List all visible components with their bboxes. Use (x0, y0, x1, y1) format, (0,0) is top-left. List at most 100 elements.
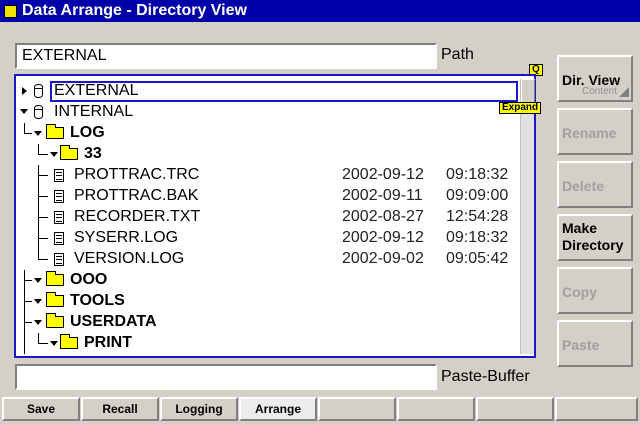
expanded-arrow-icon[interactable] (34, 131, 42, 136)
title-bar: Data Arrange - Directory View (0, 0, 640, 22)
tab-empty-6[interactable] (397, 397, 475, 421)
expanded-arrow-icon[interactable] (34, 320, 42, 325)
delete-label: Delete (562, 178, 605, 194)
directory-tree[interactable]: EXTERNAL INTERNAL LOG 33 PROTTRAC.TRC 20… (14, 74, 536, 358)
tab-arrange[interactable]: Arrange (239, 397, 317, 421)
tree-connector (38, 238, 48, 239)
tree-label-internal: INTERNAL (54, 103, 134, 120)
folder-icon (60, 334, 78, 349)
tree-label-print: PRINT (84, 334, 132, 351)
expand-tag: Expand (499, 102, 542, 114)
delete-button[interactable]: Delete (557, 161, 633, 208)
tree-connector (38, 196, 48, 197)
tab-empty-7[interactable] (476, 397, 554, 421)
paste-button[interactable]: Paste (557, 320, 633, 367)
file-date: 2002-09-11 (342, 187, 423, 204)
tree-connector (24, 333, 25, 354)
file-row[interactable]: RECORDER.TXT 2002-08-27 12:54:28 (16, 207, 518, 228)
tree-connector (38, 259, 48, 260)
tab-empty-5[interactable] (318, 397, 396, 421)
paste-buffer-label: Paste-Buffer (441, 368, 530, 385)
file-icon (54, 253, 64, 266)
tree-row-log[interactable]: LOG (16, 123, 518, 144)
file-icon (54, 169, 64, 182)
tree-label-log: LOG (70, 124, 105, 141)
tree-connector (38, 333, 39, 343)
drive-icon (34, 105, 43, 119)
file-date: 2002-09-12 (342, 229, 424, 246)
file-row[interactable]: PROTTRAC.TRC 2002-09-12 09:18:32 (16, 165, 518, 186)
file-time: 09:09:00 (446, 187, 509, 204)
file-date: 2002-09-02 (342, 250, 424, 267)
file-time: 12:54:28 (446, 208, 509, 225)
file-icon (54, 190, 64, 203)
path-input[interactable]: EXTERNAL (15, 43, 437, 69)
vertical-scrollbar[interactable] (520, 79, 535, 354)
folder-icon (46, 124, 64, 139)
make-directory-button[interactable]: Make Directory (557, 214, 633, 261)
tree-label-userdata: USERDATA (70, 313, 157, 330)
tab-empty-8[interactable] (555, 397, 638, 421)
folder-icon (46, 292, 64, 307)
expanded-arrow-icon[interactable] (34, 278, 42, 283)
paste-buffer-input[interactable] (15, 364, 437, 390)
tab-recall[interactable]: Recall (81, 397, 159, 421)
file-row[interactable]: VERSION.LOG 2002-09-02 09:05:42 (16, 249, 518, 270)
tree-row-external[interactable]: EXTERNAL (16, 81, 518, 102)
path-label: Path (441, 46, 474, 63)
make-directory-label-1: Make (562, 220, 598, 236)
tree-connector (38, 175, 48, 176)
tree-connector (38, 144, 39, 154)
dir-view-button[interactable]: Dir. View Content (557, 55, 633, 102)
folder-icon (60, 145, 78, 160)
tree-connector (24, 133, 32, 134)
rename-button[interactable]: Rename (557, 108, 633, 155)
copy-label: Copy (562, 284, 597, 300)
app-icon (4, 4, 17, 18)
tree-connector (24, 123, 25, 133)
tree-row-print[interactable]: PRINT (16, 333, 518, 354)
tree-label-tools: TOOLS (70, 292, 125, 309)
tree-row-tools[interactable]: TOOLS (16, 291, 518, 312)
file-name: PROTTRAC.BAK (74, 187, 199, 204)
tree-label-ooo: OOO (70, 271, 108, 288)
dir-view-sub: Content (581, 86, 617, 97)
paste-label: Paste (562, 337, 600, 353)
expanded-arrow-icon[interactable] (34, 299, 42, 304)
tree-label-33: 33 (84, 145, 102, 162)
file-icon (54, 211, 64, 224)
file-date: 2002-09-12 (342, 166, 424, 183)
tree-connector (38, 217, 48, 218)
file-name: VERSION.LOG (74, 250, 185, 267)
expanded-arrow-icon[interactable] (50, 152, 58, 157)
drive-icon (34, 84, 43, 98)
rename-label: Rename (562, 125, 617, 141)
tree-connector (24, 322, 32, 323)
file-row[interactable]: PROTTRAC.BAK 2002-09-11 09:09:00 (16, 186, 518, 207)
window-title: Data Arrange - Directory View (22, 2, 247, 19)
folder-icon (46, 313, 64, 328)
tree-row-ooo[interactable]: OOO (16, 270, 518, 291)
tree-list: EXTERNAL INTERNAL LOG 33 PROTTRAC.TRC 20… (16, 76, 518, 356)
tree-row-userdata[interactable]: USERDATA (16, 312, 518, 333)
tree-connector (24, 301, 32, 302)
expanded-arrow-icon[interactable] (20, 109, 28, 114)
tree-row-internal[interactable]: INTERNAL (16, 102, 518, 123)
file-date: 2002-08-27 (342, 208, 424, 225)
file-row[interactable]: SYSERR.LOG 2002-09-12 09:18:32 (16, 228, 518, 249)
make-directory-label-2: Directory (562, 237, 624, 253)
expanded-arrow-icon[interactable] (50, 341, 58, 346)
copy-button[interactable]: Copy (557, 267, 633, 314)
file-name: RECORDER.TXT (74, 208, 201, 225)
file-icon (54, 232, 64, 245)
tree-connector (38, 154, 48, 155)
tab-save[interactable]: Save (2, 397, 80, 421)
tab-logging[interactable]: Logging (160, 397, 238, 421)
file-time: 09:18:32 (446, 229, 509, 246)
folder-icon (46, 271, 64, 286)
collapsed-arrow-icon[interactable] (22, 87, 27, 95)
tree-connector (38, 343, 48, 344)
tree-row-33[interactable]: 33 (16, 144, 518, 165)
file-time: 09:05:42 (446, 250, 509, 267)
file-name: SYSERR.LOG (74, 229, 179, 246)
